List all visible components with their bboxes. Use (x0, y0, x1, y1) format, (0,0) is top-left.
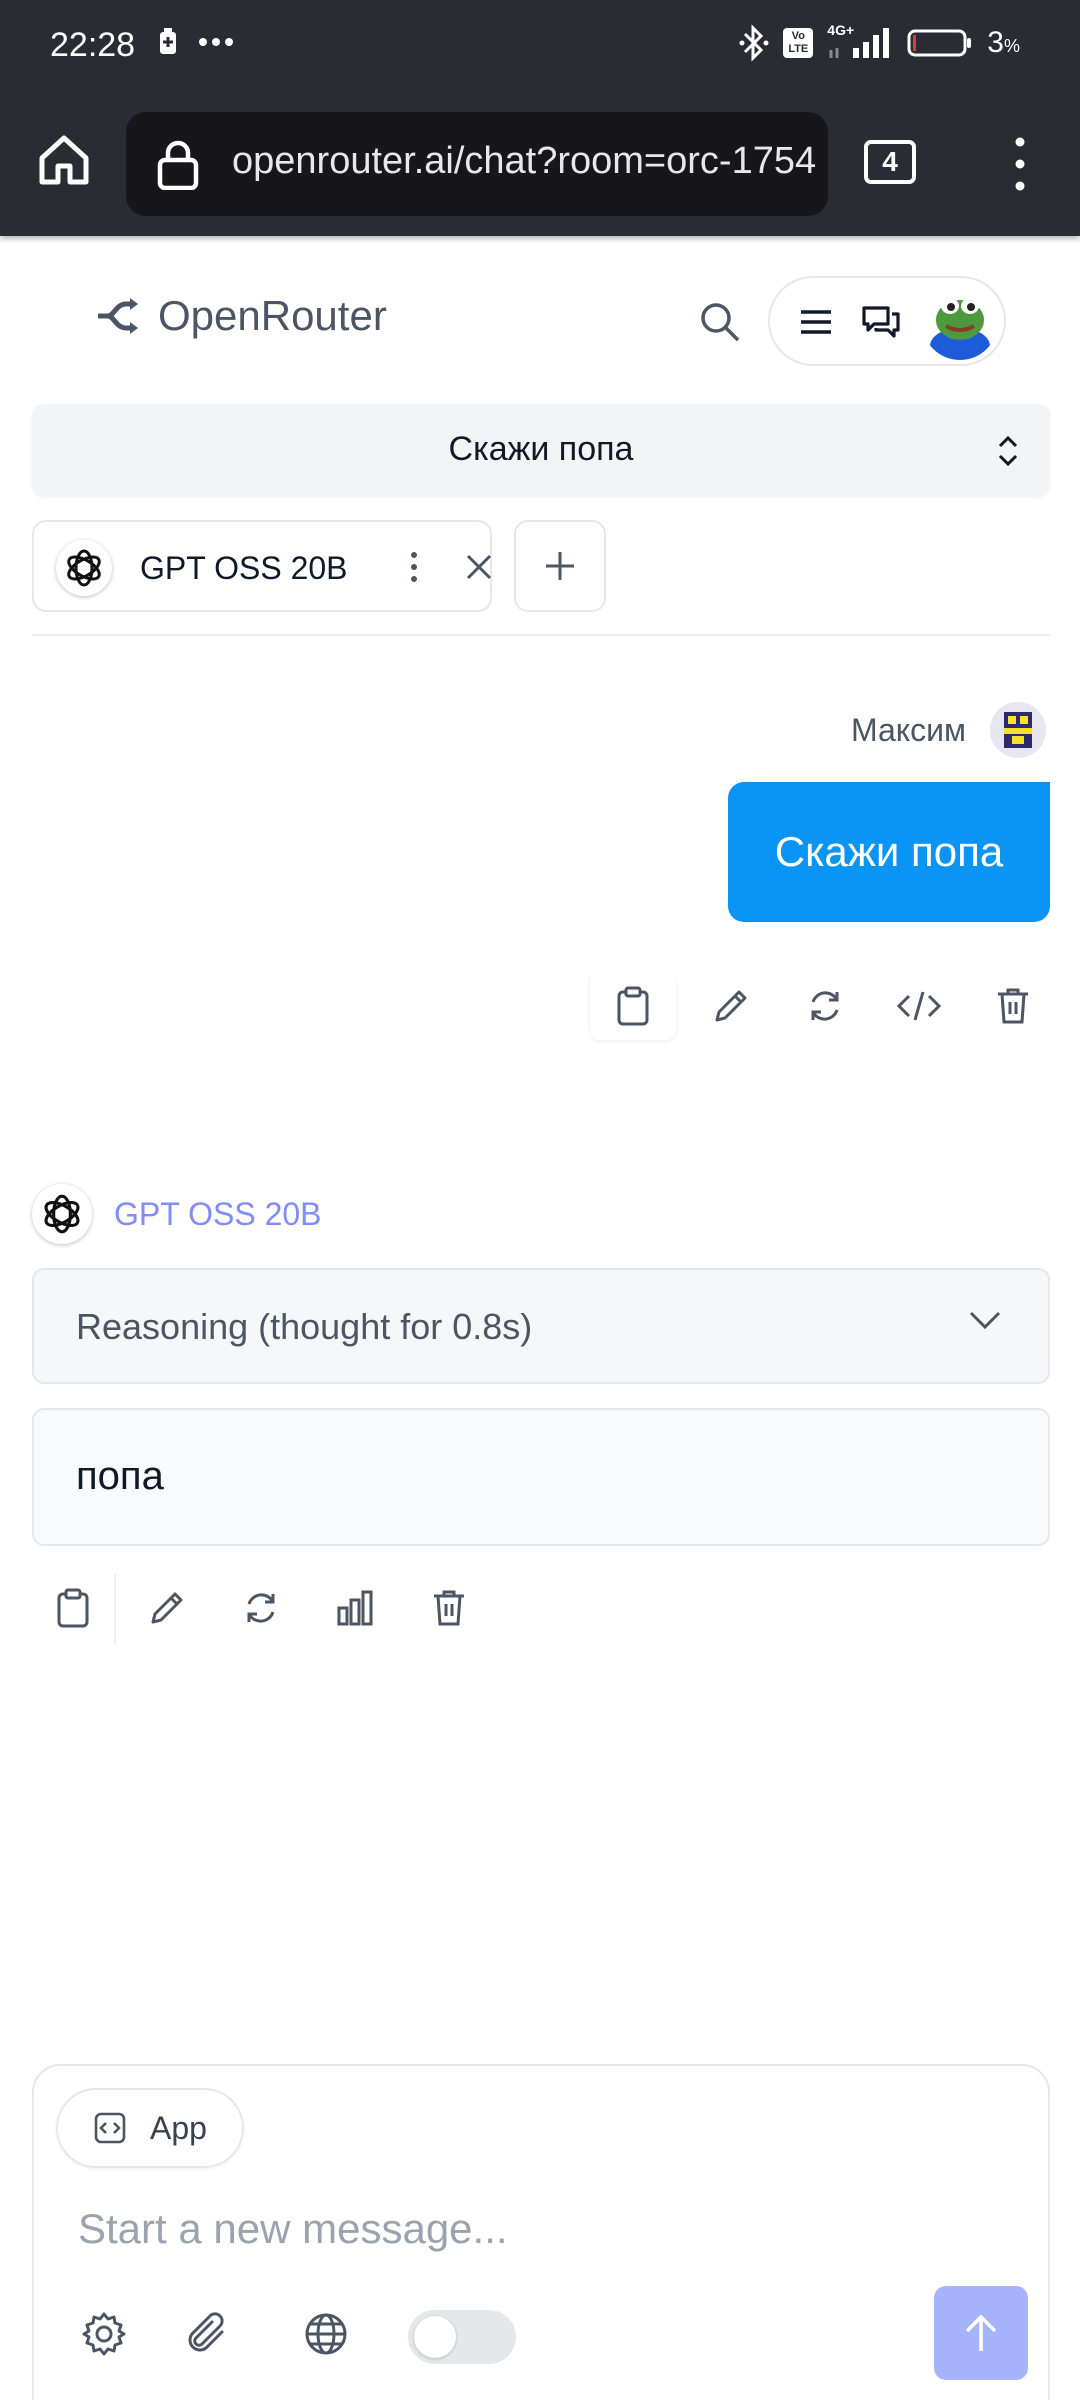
status-right-icons: Vo LTE 4G+ 3% (739, 22, 1020, 62)
model-name: GPT OSS 20B (140, 550, 348, 586)
battery-saver-icon (160, 28, 176, 54)
more-vertical-icon (1015, 137, 1025, 191)
refresh-icon (247, 1593, 275, 1623)
battery-icon (907, 29, 972, 57)
status-time: 22:28 (50, 26, 136, 64)
openrouter-logo[interactable]: OpenRouter (94, 292, 387, 340)
assistant-header: GPT OSS 20B (32, 1184, 322, 1244)
plus-icon (546, 552, 574, 580)
hamburger-icon (801, 310, 831, 334)
delete-button[interactable] (402, 1574, 496, 1642)
header-menu-pill (768, 276, 1006, 366)
chat-bubbles-icon (862, 306, 900, 338)
menu-button[interactable] (798, 304, 834, 345)
reasoning-label: Reasoning (thought for 0.8s) (76, 1306, 533, 1347)
pencil-icon (715, 990, 747, 1022)
edit-button[interactable] (120, 1574, 214, 1642)
regenerate-button[interactable] (214, 1574, 308, 1642)
message-author: Максим (850, 712, 966, 748)
clipboard-icon (617, 986, 649, 1026)
separator (114, 1574, 116, 1644)
openai-logo-icon (32, 1184, 92, 1244)
lock-icon (157, 140, 199, 190)
room-selector[interactable]: Скажи попа (32, 404, 1050, 496)
chat-button[interactable] (860, 302, 902, 347)
url-text: openrouter.ai/chat?room=orc-1754 (232, 140, 817, 182)
edit-button[interactable] (684, 972, 778, 1040)
remove-model-button[interactable] (464, 552, 494, 587)
refresh-icon (811, 991, 839, 1021)
copy-button[interactable] (26, 1574, 120, 1642)
copy-button[interactable] (590, 972, 676, 1040)
assistant-model-name[interactable]: GPT OSS 20B (114, 1196, 322, 1233)
tab-switcher-button[interactable]: 4 (864, 140, 916, 184)
add-model-button[interactable] (514, 520, 606, 612)
chevron-down-icon (969, 1311, 1001, 1330)
toggle-knob (414, 2316, 456, 2358)
brand-name: OpenRouter (158, 292, 387, 339)
battery-percent: 3% (987, 26, 1020, 59)
gear-icon (82, 2312, 126, 2356)
reasoning-toggle[interactable]: Reasoning (thought for 0.8s) (32, 1268, 1050, 1384)
model-chip[interactable]: GPT OSS 20B (32, 520, 492, 612)
view-source-button[interactable] (872, 972, 966, 1040)
clipboard-icon (57, 1588, 89, 1628)
code-square-icon (94, 2112, 126, 2144)
search-button[interactable] (696, 298, 744, 346)
app-button[interactable]: App (56, 2088, 244, 2168)
settings-button[interactable] (74, 2304, 134, 2364)
regenerate-button[interactable] (778, 972, 872, 1040)
browser-menu-button[interactable] (1000, 136, 1040, 192)
volte-icon: Vo LTE (783, 28, 814, 58)
trash-icon (998, 988, 1028, 1024)
code-icon (897, 991, 941, 1021)
app-label: App (150, 2109, 207, 2146)
bluetooth-icon (739, 24, 769, 62)
delete-button[interactable] (966, 972, 1060, 1040)
openai-logo-icon (56, 540, 112, 596)
status-bar: 22:28 Vo LTE 4G+ 3% (0, 0, 1080, 92)
send-button[interactable] (934, 2286, 1028, 2380)
url-bar[interactable]: openrouter.ai/chat?room=orc-1754 (126, 112, 828, 216)
chevron-up-down-icon (998, 435, 1018, 467)
frog-avatar-icon (922, 284, 998, 360)
user-message-bubble: Скажи попа (728, 782, 1050, 922)
openrouter-logo-icon (98, 298, 138, 334)
divider (32, 634, 1050, 636)
trash-icon (434, 1590, 464, 1626)
browser-toolbar: openrouter.ai/chat?room=orc-1754 4 (0, 92, 1080, 236)
author-avatar (990, 702, 1046, 758)
web-search-toggle[interactable] (408, 2310, 516, 2364)
pixel-avatar-icon (990, 702, 1046, 758)
pencil-icon (151, 1592, 183, 1624)
stats-button[interactable] (308, 1574, 402, 1642)
home-button[interactable] (34, 130, 94, 190)
status-left-icons (158, 28, 234, 56)
assistant-message-bubble: попа (32, 1408, 1050, 1546)
assistant-message-text: попа (76, 1454, 164, 1498)
more-vertical-icon (411, 552, 417, 582)
home-icon (39, 135, 89, 185)
user-avatar-header[interactable] (922, 284, 998, 360)
user-message-actions (590, 972, 1060, 1040)
search-icon (701, 303, 740, 342)
globe-icon (305, 2313, 347, 2355)
paperclip-icon (188, 2312, 224, 2352)
message-input[interactable] (78, 2194, 978, 2264)
message-composer: App (32, 2064, 1050, 2400)
web-search-button[interactable] (296, 2304, 356, 2364)
more-notifications-icon (199, 38, 233, 46)
attach-button[interactable] (178, 2304, 238, 2364)
model-options-button[interactable] (408, 550, 420, 589)
room-title: Скажи попа (448, 430, 634, 468)
arrow-up-icon (965, 2314, 997, 2351)
bar-chart-icon (337, 1590, 373, 1626)
assistant-message-actions (26, 1574, 496, 1644)
signal-icon: 4G+ (827, 22, 893, 60)
close-icon (466, 554, 492, 580)
